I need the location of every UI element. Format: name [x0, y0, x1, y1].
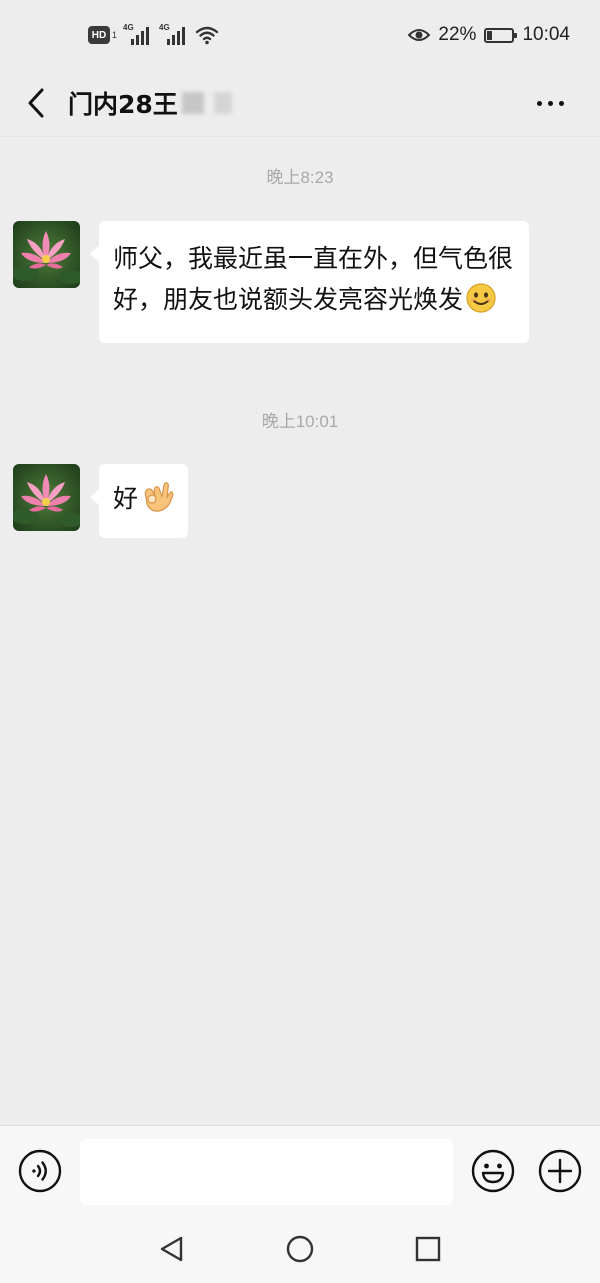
- system-home-button[interactable]: [285, 1234, 315, 1264]
- voice-icon: [18, 1149, 62, 1193]
- battery-icon: [484, 27, 518, 43]
- avatar[interactable]: [13, 464, 80, 531]
- chat-area[interactable]: 晚上8:23 师父，我最近虽一直在外，但气色很好，朋友也说额头发亮容光焕发 晚上…: [0, 137, 600, 1125]
- more-actions-button[interactable]: [538, 1149, 582, 1193]
- chevron-left-icon: [28, 88, 44, 118]
- nav-back-icon: [160, 1236, 183, 1262]
- lotus-avatar-icon: [13, 464, 80, 531]
- battery-percent: 22%: [438, 24, 477, 45]
- lotus-avatar-icon: [13, 221, 80, 288]
- more-button[interactable]: [528, 80, 572, 126]
- hd-icon: HD: [88, 26, 110, 44]
- message-text: 好: [113, 484, 139, 513]
- chat-header: 门内28王: [0, 70, 600, 137]
- message-bubble[interactable]: 师父，我最近虽一直在外，但气色很好，朋友也说额头发亮容光焕发: [90, 221, 529, 343]
- page-title: 门内28王: [68, 80, 232, 126]
- clock: 10:04: [522, 24, 570, 45]
- smile-emoji: [465, 282, 497, 326]
- more-icon: [536, 100, 564, 106]
- system-back-button[interactable]: [157, 1234, 187, 1264]
- eye-icon: [408, 29, 431, 41]
- hd-sub-label: 1: [112, 30, 118, 40]
- system-recent-button[interactable]: [413, 1234, 443, 1264]
- status-bar: HD 1 4G 4G 22% 10:04: [0, 0, 600, 70]
- obscured-text: [213, 92, 232, 114]
- voice-button[interactable]: [18, 1149, 62, 1193]
- contact-name: 门内28王: [68, 90, 178, 119]
- status-left: HD 1 4G 4G: [88, 22, 219, 48]
- avatar[interactable]: [13, 221, 80, 288]
- nav-home-icon: [286, 1235, 314, 1263]
- signal-icon: 4G: [159, 23, 189, 45]
- signal-icon: 4G: [123, 23, 153, 45]
- emoji-button[interactable]: [471, 1149, 515, 1193]
- back-button[interactable]: [16, 80, 56, 126]
- system-navigation-bar: [0, 1217, 600, 1283]
- message-bubble[interactable]: 好: [89, 464, 189, 538]
- message-timestamp: 晚上10:01: [261, 412, 339, 431]
- plus-icon: [538, 1149, 582, 1193]
- message-input[interactable]: [80, 1139, 453, 1205]
- obscured-text: [181, 92, 204, 114]
- battery-fill: [487, 30, 493, 40]
- message-text: 师父，我最近虽一直在外，但气色很好，朋友也说额头发亮容光焕发: [113, 244, 514, 314]
- emoji-icon: [471, 1149, 515, 1193]
- status-right: 22% 10:04: [408, 22, 570, 48]
- nav-recent-icon: [415, 1236, 441, 1262]
- message-timestamp: 晚上8:23: [266, 168, 334, 187]
- wifi-icon: [195, 26, 219, 45]
- ok-hand-emoji: [140, 477, 174, 525]
- input-bar: [0, 1125, 600, 1218]
